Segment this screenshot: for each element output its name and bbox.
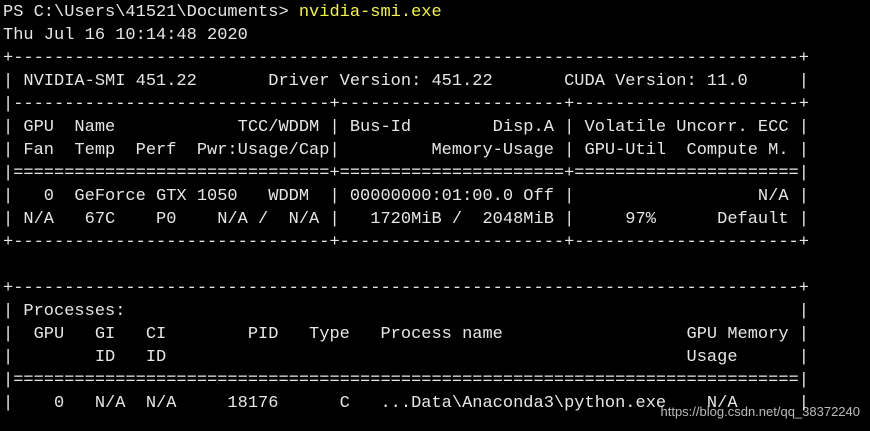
gpu-header-row-1: | GPU Name TCC/WDDM | Bus-Id Disp.A | Vo… [3, 118, 809, 137]
prompt-prefix: PS C:\Users\41521\Documents> [3, 3, 299, 22]
gpu-info-row-2: | N/A 67C P0 N/A / N/A | 1720MiB / 2048M… [3, 210, 809, 229]
table-border-bottom: +-------------------------------+-------… [3, 233, 809, 252]
timestamp-line: Thu Jul 16 10:14:48 2020 [3, 26, 248, 45]
typed-command: nvidia-smi.exe [298, 3, 442, 22]
watermark-text: https://blog.csdn.net/qq_38372240 [660, 404, 861, 419]
processes-header-row-2: | ID ID Usage | [3, 348, 809, 367]
processes-title-row: | Processes: | [3, 302, 809, 321]
gpu-header-row-2: | Fan Temp Perf Pwr:Usage/Cap| Memory-Us… [3, 141, 809, 160]
gpu-info-row-1: | 0 GeForce GTX 1050 WDDM | 00000000:01:… [3, 187, 809, 206]
processes-header-row-1: | GPU GI CI PID Type Process name GPU Me… [3, 325, 809, 344]
table-divider: |-------------------------------+-------… [3, 95, 809, 114]
table-border-top: +---------------------------------------… [3, 49, 809, 68]
processes-border-top: +---------------------------------------… [3, 279, 809, 298]
prompt-line: PS C:\Users\41521\Documents> nvidia-smi.… [3, 1, 870, 24]
processes-header-separator: |=======================================… [3, 371, 809, 390]
terminal-output[interactable]: PS C:\Users\41521\Documents> nvidia-smi.… [3, 1, 870, 415]
gpu-header-separator: |===============================+=======… [3, 164, 809, 183]
version-row: | NVIDIA-SMI 451.22 Driver Version: 451.… [3, 72, 809, 91]
